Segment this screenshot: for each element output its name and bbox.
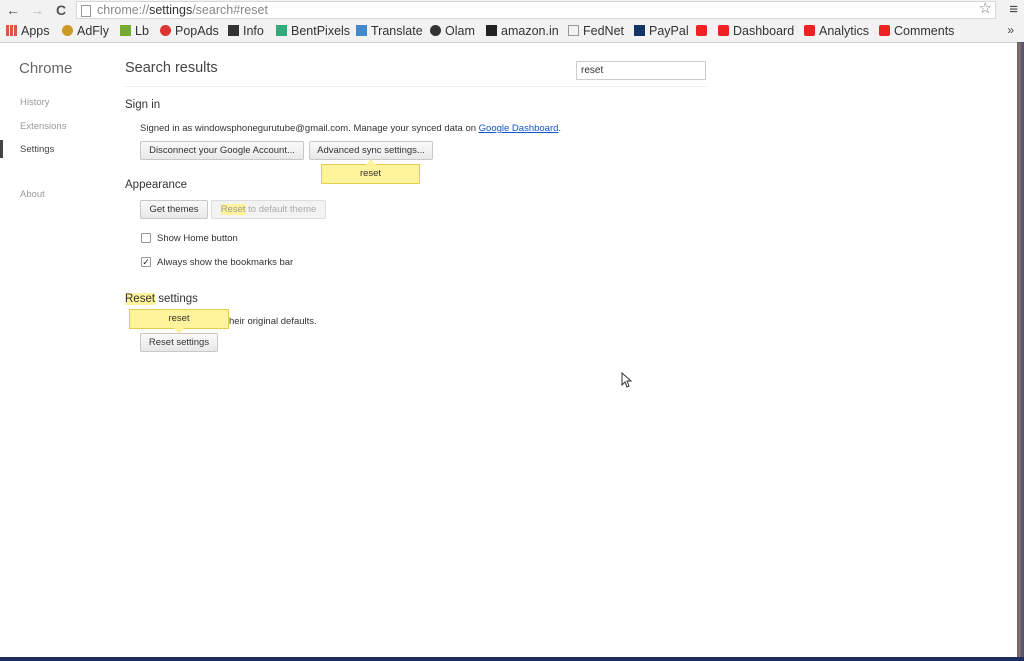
bookmark-star-icon[interactable]: ☆	[979, 0, 992, 18]
bookmark-dashboard[interactable]: Dashboard	[718, 23, 794, 39]
page-icon	[81, 5, 91, 17]
page-icon	[568, 25, 579, 36]
youtube-icon	[696, 25, 707, 36]
popads-icon	[160, 25, 171, 36]
youtube-icon	[879, 25, 890, 36]
bookmark-analytics[interactable]: Analytics	[804, 23, 869, 39]
bookmark-adfly[interactable]: AdFly	[62, 23, 109, 39]
bookmark-bentpixels[interactable]: BentPixels	[276, 23, 350, 39]
sidebar-item-extensions[interactable]: Extensions	[20, 121, 66, 132]
apps-grid-icon	[6, 25, 17, 36]
sign-in-heading: Sign in	[125, 99, 161, 111]
page-title: Search results	[125, 60, 218, 76]
bookmark-amazon[interactable]: amazon.in	[486, 23, 559, 39]
address-url[interactable]: chrome://settings/search#reset	[97, 2, 268, 18]
back-icon[interactable]: ←	[4, 1, 22, 19]
reload-icon[interactable]: C	[52, 1, 70, 19]
home-button-checkbox[interactable]	[141, 233, 151, 243]
address-bar[interactable]: chrome://settings/search#reset	[76, 1, 996, 19]
desktop-edge	[0, 657, 1024, 661]
bookmark-olam[interactable]: Olam	[430, 23, 475, 39]
sidebar-item-about[interactable]: About	[20, 189, 45, 200]
forward-icon[interactable]: →	[28, 1, 46, 19]
disconnect-account-button[interactable]: Disconnect your Google Account...	[140, 141, 304, 160]
bookmark-fednet[interactable]: FedNet	[568, 23, 624, 39]
sidebar-item-settings[interactable]: Settings	[20, 144, 54, 155]
advanced-sync-button[interactable]: Advanced sync settings...	[309, 141, 433, 160]
bookmark-comments[interactable]: Comments	[879, 23, 954, 39]
paypal-icon	[634, 25, 645, 36]
bookmark-youtube[interactable]	[696, 23, 711, 39]
signed-in-text: Signed in as windowsphonegurutube@gmail.…	[140, 123, 562, 134]
bookmark-paypal[interactable]: PayPal	[634, 23, 689, 39]
bookmark-popads[interactable]: PopAds	[160, 23, 219, 39]
adfly-icon	[62, 25, 73, 36]
home-button-label: Show Home button	[157, 233, 238, 244]
browser-toolbar: ← → C chrome://settings/search#reset ☆ ≡	[0, 0, 1024, 20]
mouse-cursor-icon	[621, 372, 633, 388]
olam-icon	[430, 25, 441, 36]
desktop-edge	[1017, 42, 1024, 661]
sidebar-active-marker	[0, 140, 3, 158]
bentpixels-icon	[276, 25, 287, 36]
get-themes-button[interactable]: Get themes	[140, 200, 208, 219]
youtube-icon	[804, 25, 815, 36]
amazon-icon	[486, 25, 497, 36]
search-input[interactable]: reset	[576, 61, 706, 80]
reset-theme-button[interactable]: Reset to default theme	[211, 200, 326, 219]
bookmarks-bar-label: Always show the bookmarks bar	[157, 257, 294, 268]
header-divider	[125, 86, 707, 87]
search-highlight-bubble: reset	[321, 159, 420, 184]
bookmark-apps[interactable]: Apps	[6, 23, 50, 39]
chrome-brand: Chrome	[19, 60, 73, 77]
linkedin-icon	[228, 25, 239, 36]
reset-settings-heading: Reset settings	[125, 293, 198, 305]
appearance-heading: Appearance	[125, 179, 188, 191]
translate-icon	[356, 25, 367, 36]
youtube-icon	[718, 25, 729, 36]
google-dashboard-link[interactable]: Google Dashboard	[479, 123, 559, 134]
bookmark-translate[interactable]: Translate	[356, 23, 423, 39]
bookmarks-bar-checkbox[interactable]: ✓	[141, 257, 151, 267]
bookmark-lb[interactable]: Lb	[120, 23, 149, 39]
reset-settings-button[interactable]: Reset settings	[140, 333, 218, 352]
lb-icon	[120, 25, 131, 36]
bookmarks-overflow-icon[interactable]: »	[1007, 23, 1014, 37]
search-highlight-bubble: reset	[129, 309, 229, 334]
bookmark-info[interactable]: Info	[228, 23, 264, 39]
chrome-menu-icon[interactable]: ≡	[1009, 1, 1018, 19]
sidebar-item-history[interactable]: History	[20, 97, 50, 108]
reset-description: heir original defaults.	[229, 316, 317, 327]
bookmarks-bar: Apps AdFly Lb PopAds Info BentPixels Tra…	[0, 20, 1024, 43]
